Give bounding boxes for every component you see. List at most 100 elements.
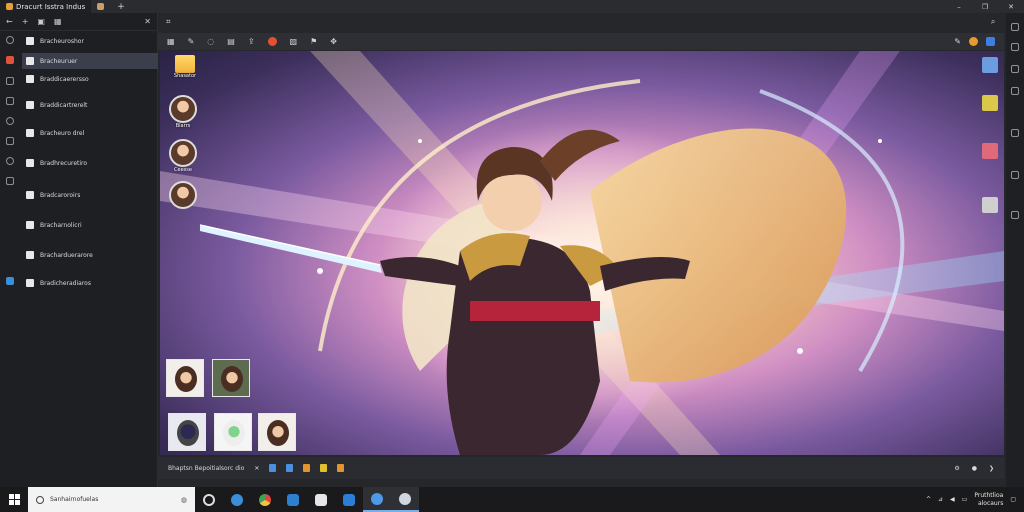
taskbar-app-store[interactable] [335, 487, 363, 512]
notification-icon[interactable]: ▢ [1010, 496, 1016, 503]
desktop-avatar-1[interactable]: Blarrs [166, 95, 200, 129]
image-icon[interactable]: ▨ [290, 37, 298, 46]
sidebar-item-label: Bracharduerarore [40, 251, 93, 259]
collection-icon[interactable] [6, 77, 14, 85]
record-icon[interactable] [267, 37, 277, 46]
app-icon[interactable] [6, 56, 14, 64]
tab-1[interactable]: Dracurt Isstra Indus [0, 0, 92, 13]
profile-icon[interactable] [986, 37, 995, 46]
desktop-icon-label: Shasator [173, 73, 197, 79]
panel-icon[interactable] [1011, 65, 1019, 73]
maximize-button[interactable]: ❐ [972, 0, 998, 13]
volume-icon[interactable]: ◀ [950, 496, 955, 503]
close-sidebar-button[interactable]: ✕ [144, 17, 151, 26]
right-desktop-icon-3[interactable] [982, 143, 998, 159]
minimize-button[interactable]: – [946, 0, 972, 13]
right-desktop-icon-1[interactable] [982, 57, 998, 73]
sidebar-item-3[interactable]: Braddicaerersso [22, 71, 158, 87]
thumbnail-2[interactable] [212, 359, 250, 397]
folder-icon[interactable] [303, 464, 311, 472]
thumbnail-5[interactable] [258, 413, 296, 451]
back-icon[interactable]: ← [6, 17, 13, 26]
settings-icon[interactable]: ⚙ [954, 465, 959, 472]
settings-icon[interactable] [6, 117, 14, 125]
pane-icon[interactable]: ▣ [37, 17, 45, 26]
layout-icon[interactable]: ⌗ [166, 17, 171, 27]
battery-icon[interactable]: ▭ [962, 496, 968, 503]
sidebar-item-4[interactable]: Braddicartrerelt [22, 97, 158, 113]
search-icon[interactable]: ⌕ [991, 17, 995, 27]
panel-icon[interactable] [1011, 211, 1019, 219]
taskbar-app-chrome[interactable] [251, 487, 279, 512]
network-icon[interactable]: ⊿ [938, 496, 943, 503]
close-icon[interactable]: ✕ [254, 465, 259, 472]
archive-icon[interactable] [337, 464, 345, 472]
sidebar-item-label: Braddicartrerelt [40, 101, 88, 109]
tray-clock[interactable]: Pruthtlioa alocaurs [974, 492, 1003, 508]
chevron-up-icon[interactable]: ^ [926, 496, 931, 503]
thumbnail-3[interactable] [168, 413, 206, 451]
panel-icon[interactable] [1011, 171, 1019, 179]
history-icon[interactable] [6, 36, 14, 44]
taskview-button[interactable] [195, 487, 223, 512]
flag-icon[interactable]: ⚑ [310, 37, 317, 46]
expand-icon[interactable]: ❯ [989, 465, 994, 472]
close-window-button[interactable]: ✕ [998, 0, 1024, 13]
sidebar-item-5[interactable]: Bracheuro drel [22, 125, 158, 141]
panel-icon[interactable] [1011, 129, 1019, 137]
desktop-avatar-3[interactable] [166, 181, 200, 209]
pen-icon[interactable]: ✎ [188, 37, 195, 46]
sidebar-item-1[interactable]: Bracheuroshor [22, 33, 158, 49]
portrait-icon [175, 366, 197, 392]
statusbar-actions: ⚙ ● ❯ [954, 465, 994, 472]
tools-icon[interactable] [6, 177, 14, 185]
add-icon[interactable]: + [22, 17, 29, 26]
desktop-folder-icon[interactable]: Shasator [168, 55, 202, 79]
sidebar-item-8[interactable]: Bracharnolicri [22, 217, 158, 233]
tray-time: Pruthtlioa [974, 491, 1004, 499]
note-icon[interactable] [320, 464, 328, 472]
doc-icon[interactable] [269, 464, 277, 472]
taskbar-search[interactable]: Sanhairnofuelas ◍ [28, 487, 195, 512]
pin-icon[interactable] [6, 137, 14, 145]
panel-icon[interactable] [1011, 23, 1019, 31]
taskbar-app-active[interactable] [363, 487, 391, 512]
panel-icon[interactable] [1011, 43, 1019, 51]
right-desktop-icon-4[interactable] [982, 197, 998, 213]
clock-icon[interactable] [6, 157, 14, 165]
pin-icon[interactable]: ✥ [330, 37, 337, 46]
thumbnail-1[interactable] [166, 359, 204, 397]
record-icon[interactable]: ● [972, 465, 977, 472]
sidebar-item-9[interactable]: Bracharduerarore [22, 247, 158, 263]
grid-icon[interactable]: ▦ [54, 17, 62, 26]
mic-icon[interactable]: ◍ [181, 496, 187, 504]
taskbar-app-browser[interactable] [223, 487, 251, 512]
panel-icon[interactable] [1011, 87, 1019, 95]
taskbar-app-edge[interactable] [279, 487, 307, 512]
sheet-icon[interactable] [286, 464, 294, 472]
chat-icon[interactable]: ◌ [207, 37, 214, 46]
edit-icon[interactable]: ✎ [954, 37, 961, 46]
share-icon[interactable]: ⇪ [248, 37, 255, 46]
extension-icon[interactable] [969, 37, 978, 46]
sidebar-item-label: Bracharnolicri [40, 221, 82, 229]
taskbar-app-terminal[interactable] [307, 487, 335, 512]
right-desktop-icon-2[interactable] [982, 95, 998, 111]
sidebar-item-6[interactable]: Bradhrecuretiro [22, 155, 158, 171]
download-icon[interactable] [6, 97, 14, 105]
window-statusbar: Bhaptsn Bepoitialsorc dio ✕ ⚙ ● ❯ [158, 457, 1004, 479]
sidebar-item-7[interactable]: Bradcaroroirs [22, 187, 158, 203]
sidebar-item-2[interactable]: Bracheuruer [22, 53, 158, 69]
taskbar-app-settings[interactable] [391, 487, 419, 512]
doc-icon[interactable]: ▤ [227, 37, 235, 46]
sidebar-header: ← + ▣ ▦ ✕ [0, 13, 157, 31]
start-button[interactable] [0, 487, 28, 512]
tab-2[interactable] [91, 0, 113, 13]
thumbnail-4[interactable] [214, 413, 252, 451]
grid-icon[interactable]: ▦ [167, 37, 175, 46]
sidebar-item-10[interactable]: Bradicheradiaros [22, 275, 158, 291]
new-tab-button[interactable]: + [113, 2, 129, 12]
store-icon[interactable] [6, 277, 14, 285]
windows-icon [8, 494, 20, 505]
desktop-avatar-2[interactable]: Ceesse [166, 139, 200, 173]
